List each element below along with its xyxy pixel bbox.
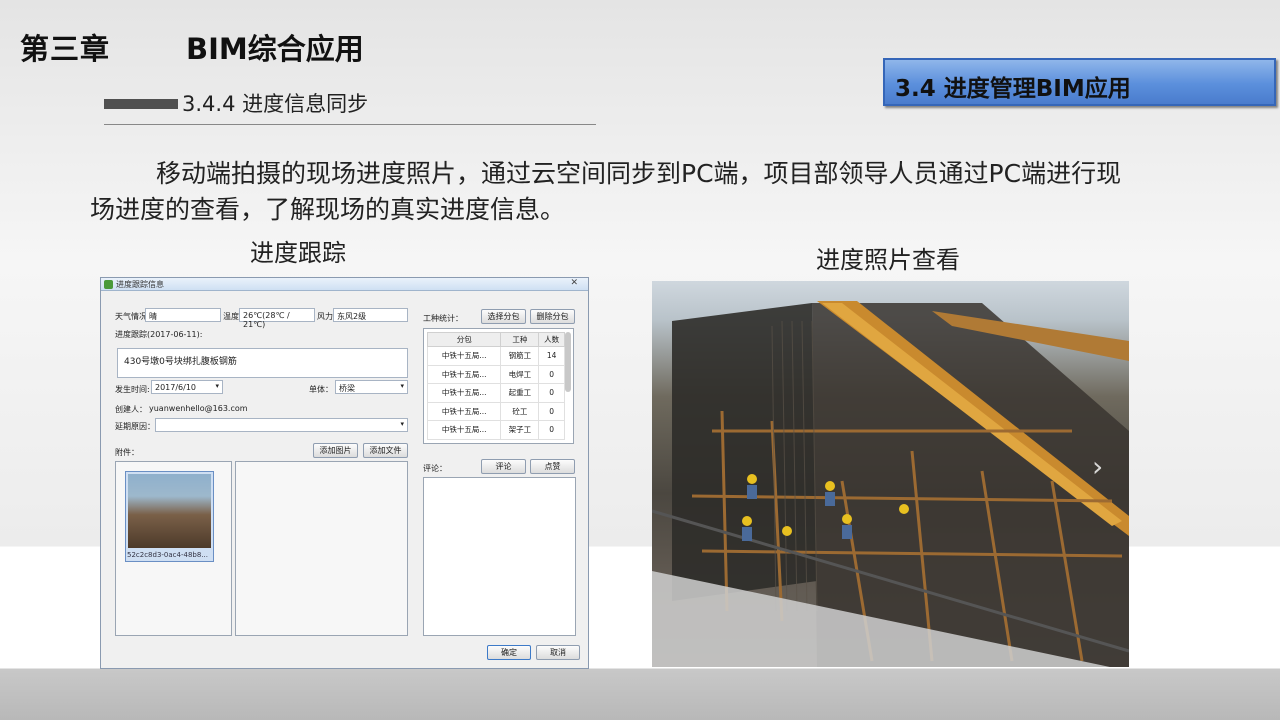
section-underline	[104, 124, 596, 125]
track-label: 进度跟踪(2017-06-11):	[115, 330, 203, 339]
section-title: 3.4.4 进度信息同步	[182, 92, 369, 116]
track-textarea[interactable]: 430号墩0号块绑扎腹板钢筋	[117, 348, 408, 378]
chapter-title: 第三章	[20, 32, 111, 66]
progress-tracking-dialog: 进度跟踪信息 ✕ 天气情况 晴 温度 26℃(28℃ / 21℃) 风力 东风2…	[100, 277, 589, 669]
caption-progress-tracking: 进度跟踪	[250, 239, 346, 267]
file-attachments-panel	[235, 461, 408, 636]
svg-text:›: ›	[1092, 450, 1103, 483]
construction-site-photo: ›	[652, 281, 1129, 667]
unit-label: 单体：	[309, 385, 333, 394]
section-badge: 3.4 进度管理BIM应用	[883, 58, 1276, 106]
attach-label: 附件：	[115, 448, 139, 457]
table-row[interactable]: 中铁十五局... 砼工 0	[426, 401, 565, 421]
chevron-down-icon: ▾	[215, 382, 219, 390]
delay-select[interactable]: ▾	[155, 418, 408, 432]
body-text-line-1: 移动端拍摄的现场进度照片，通过云空间同步到PC端，项目部领导人员通过PC端进行现	[156, 159, 1122, 188]
delay-label: 延期原因：	[115, 422, 155, 431]
time-value: 2017/6/10	[155, 383, 197, 392]
temp-field[interactable]: 26℃(28℃ / 21℃)	[239, 308, 315, 329]
chevron-down-icon: ▾	[400, 420, 404, 428]
caption-progress-photo: 进度照片查看	[816, 246, 960, 274]
col-header[interactable]: 分包	[426, 332, 502, 347]
delete-subcontract-button[interactable]: 删除分包	[530, 309, 575, 324]
creator-value: yuanwenhello@163.com	[149, 404, 248, 413]
temp-label: 温度	[223, 312, 239, 321]
ok-button[interactable]: 确定	[487, 645, 531, 660]
cancel-button[interactable]: 取消	[536, 645, 580, 660]
table-row[interactable]: 中铁十五局... 电焊工 0	[426, 364, 565, 384]
col-header[interactable]: 人数	[538, 332, 565, 347]
comment-label: 评论：	[423, 464, 447, 473]
unit-value: 桥梁	[339, 384, 355, 393]
comment-button[interactable]: 评论	[481, 459, 526, 474]
add-image-button[interactable]: 添加图片	[313, 443, 358, 458]
workers-table: 分包 工种 人数 中铁十五局... 钢筋工 14 中铁十五局... 电焊工 0 中铁十五…	[426, 332, 565, 440]
thumbnail-image	[128, 474, 211, 548]
time-picker[interactable]: 2017/6/10 ▾	[151, 380, 223, 394]
chevron-down-icon: ▾	[400, 382, 404, 390]
time-label: 发生时间:	[115, 385, 150, 394]
body-text-line-2: 场进度的查看，了解现场的真实进度信息。	[90, 195, 566, 224]
attachment-thumbnail[interactable]: 52c2c8d3-0ac4-48b8...	[125, 471, 214, 562]
dialog-title: 进度跟踪信息	[116, 280, 164, 289]
add-file-button[interactable]: 添加文件	[363, 443, 408, 458]
dialog-titlebar: 进度跟踪信息 ✕	[101, 278, 588, 291]
close-icon[interactable]: ✕	[570, 278, 578, 288]
wind-field[interactable]: 东风2级	[333, 308, 408, 322]
thumbnail-filename: 52c2c8d3-0ac4-48b8...	[127, 551, 208, 559]
weather-label: 天气情况	[115, 312, 147, 321]
workers-label: 工种统计：	[423, 314, 463, 323]
table-row[interactable]: 中铁十五局... 钢筋工 14	[426, 346, 565, 366]
creator-label: 创建人：	[115, 405, 147, 414]
weather-field[interactable]: 晴	[145, 308, 221, 322]
photo-illustration: ›	[652, 301, 1129, 667]
select-subcontract-button[interactable]: 选择分包	[481, 309, 526, 324]
workers-table-panel: 分包 工种 人数 中铁十五局... 钢筋工 14 中铁十五局... 电焊工 0 中铁十五…	[423, 328, 574, 444]
comment-area[interactable]	[423, 477, 576, 636]
table-row[interactable]: 中铁十五局... 起重工 0	[426, 383, 565, 403]
image-attachments-panel: 52c2c8d3-0ac4-48b8...	[115, 461, 232, 636]
wind-label: 风力	[317, 312, 333, 321]
like-button[interactable]: 点赞	[530, 459, 575, 474]
table-row[interactable]: 中铁十五局... 架子工 0	[426, 420, 565, 440]
chapter-subtitle: BIM综合应用	[186, 32, 364, 66]
unit-select[interactable]: 桥梁 ▾	[335, 380, 408, 394]
col-header[interactable]: 工种	[500, 332, 540, 347]
table-scrollbar[interactable]	[565, 332, 571, 392]
app-icon	[104, 280, 113, 289]
section-marker-bar	[104, 99, 178, 109]
